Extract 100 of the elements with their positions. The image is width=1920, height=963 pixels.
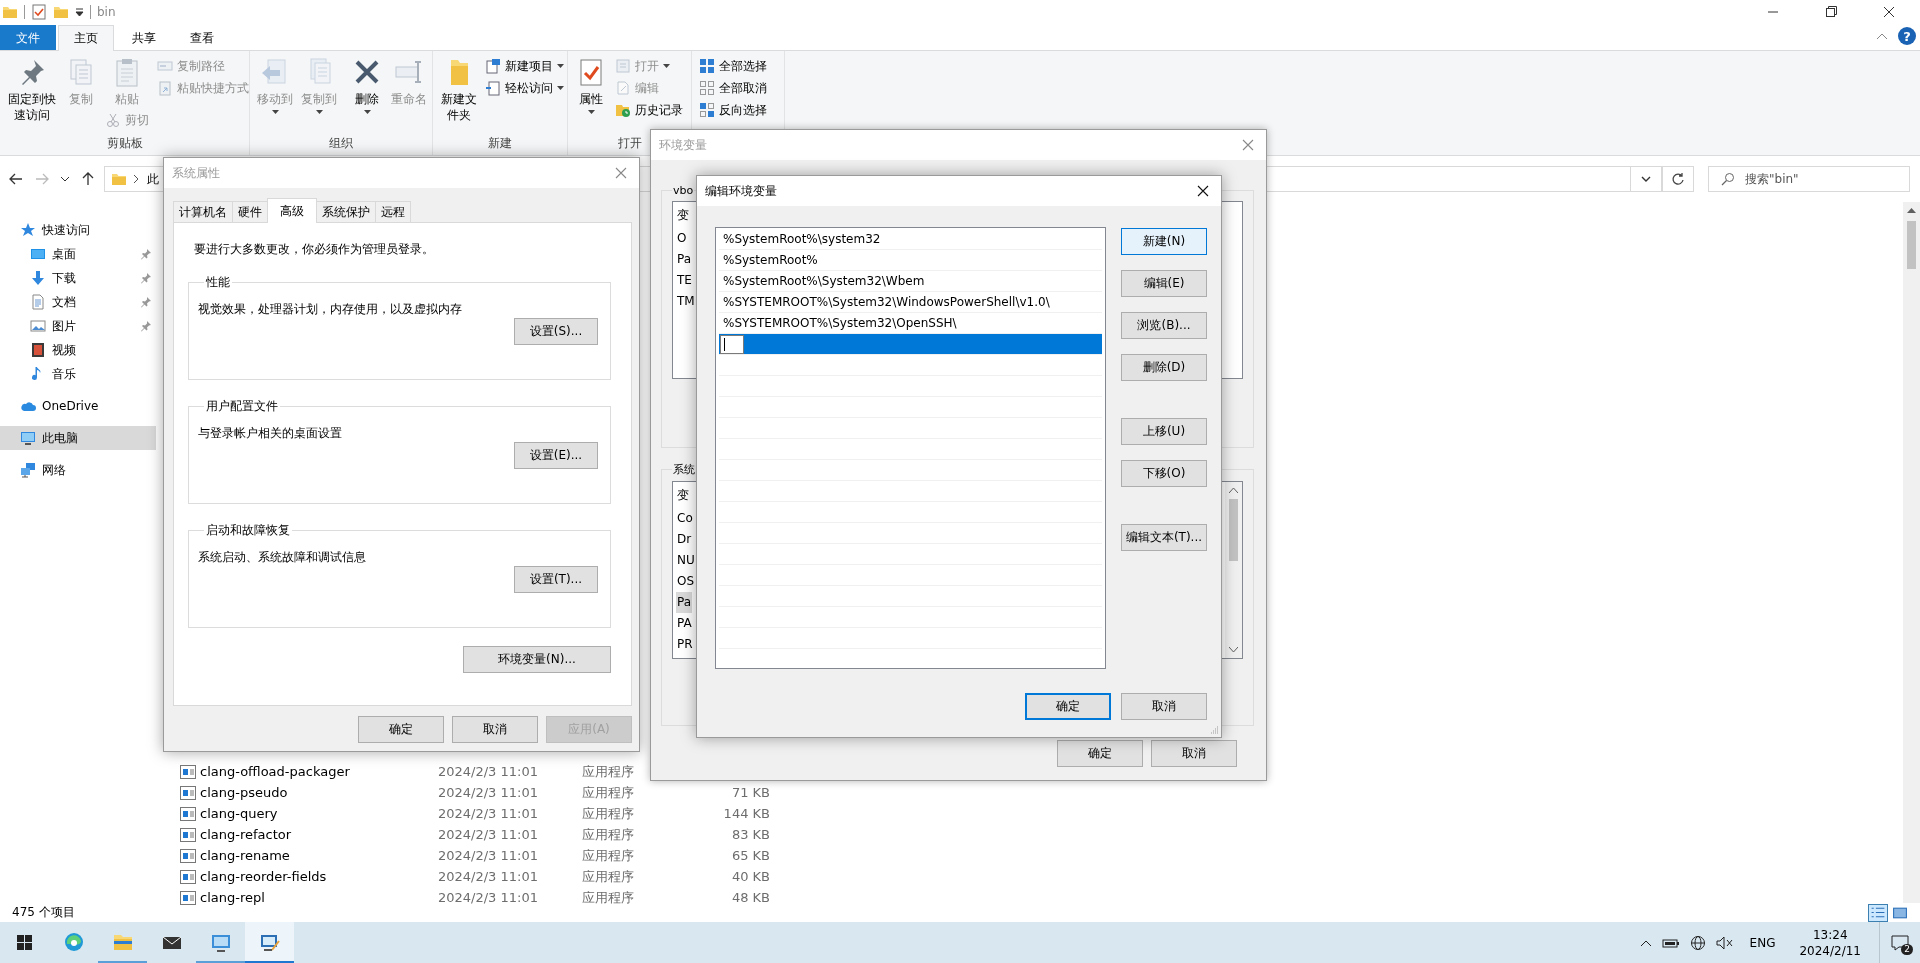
file-name[interactable]: clang-refactor xyxy=(160,827,438,842)
nav-item[interactable]: 网络 xyxy=(0,458,156,482)
dialog-tab[interactable]: 高级 xyxy=(267,198,317,223)
ribbon-button[interactable]: 全部取消 xyxy=(696,77,770,99)
dialog-button[interactable]: 确定 xyxy=(1057,740,1143,767)
dialog-button[interactable]: 编辑(E) xyxy=(1121,270,1207,297)
dialog-button[interactable]: 取消 xyxy=(1121,693,1207,720)
muted-speaker-icon[interactable] xyxy=(1715,934,1734,951)
variable-name[interactable]: Co xyxy=(676,508,694,529)
dialog-button[interactable]: 确定 xyxy=(358,716,444,743)
variable-name[interactable]: TE xyxy=(676,270,693,291)
ribbon-button[interactable]: 删除 xyxy=(348,54,386,116)
ribbon-button[interactable]: 新建项目 xyxy=(482,55,568,77)
nav-item[interactable]: 音乐 xyxy=(0,362,156,386)
pin-icon[interactable] xyxy=(140,296,152,308)
dialog-button[interactable]: 下移(O) xyxy=(1121,460,1207,487)
ribbon-button[interactable]: 轻松访问 xyxy=(482,77,568,99)
file-name[interactable]: clang-reorder-fields xyxy=(160,869,438,884)
settings-button[interactable]: 设置(E)... xyxy=(514,442,598,469)
dialog-tab[interactable]: 计算机名 xyxy=(173,201,233,222)
notification-button[interactable]: 2 xyxy=(1879,922,1920,963)
file-name[interactable]: clang-pseudo xyxy=(160,785,438,800)
collapse-icon[interactable] xyxy=(1876,32,1888,40)
variable-name[interactable]: O xyxy=(676,228,688,249)
settings-button[interactable]: 设置(S)... xyxy=(514,318,598,345)
up-arrow-icon[interactable] xyxy=(80,171,96,187)
pin-icon[interactable] xyxy=(140,272,152,284)
ribbon-button[interactable]: 新建文件夹 xyxy=(437,54,481,125)
battery-icon[interactable] xyxy=(1661,936,1680,949)
refresh-button[interactable] xyxy=(1662,166,1694,192)
ribbon-button[interactable]: 全部选择 xyxy=(696,55,770,77)
dialog-button[interactable]: 取消 xyxy=(1151,740,1237,767)
nav-item[interactable]: 桌面 xyxy=(0,242,156,266)
scrollbar[interactable] xyxy=(1225,482,1242,658)
ribbon-button[interactable]: 属性 xyxy=(572,54,610,116)
ribbon-tab[interactable]: 主页 xyxy=(58,25,114,51)
nav-item[interactable]: 视频 xyxy=(0,338,156,362)
ribbon-tab[interactable]: 查看 xyxy=(174,25,230,50)
nav-item[interactable]: 文档 xyxy=(0,290,156,314)
dialog-button[interactable]: 删除(D) xyxy=(1121,354,1207,381)
nav-item[interactable]: 图片 xyxy=(0,314,156,338)
scroll-thumb[interactable] xyxy=(1229,499,1238,561)
close-icon[interactable] xyxy=(1195,183,1211,199)
environment-variables-button[interactable]: 环境变量(N)... xyxy=(463,646,611,673)
resize-grip-icon[interactable] xyxy=(1209,725,1219,735)
language-indicator[interactable]: ENG xyxy=(1743,935,1782,950)
list-row[interactable] xyxy=(719,334,1102,355)
ribbon-button[interactable]: 反向选择 xyxy=(696,99,770,121)
variable-name[interactable]: TM xyxy=(676,291,696,312)
breadcrumb[interactable]: 此 xyxy=(145,170,161,188)
variable-name[interactable]: NU xyxy=(676,550,696,571)
pin-icon[interactable] xyxy=(140,320,152,332)
checklist-icon[interactable] xyxy=(31,4,47,20)
path-entry[interactable]: %SYSTEMROOT%\System32\WindowsPowerShell\v1.0\ xyxy=(719,292,1102,313)
nav-item[interactable]: OneDrive xyxy=(0,394,156,418)
variable-name[interactable]: PA xyxy=(676,613,693,634)
text-input[interactable] xyxy=(720,334,744,354)
variable-name[interactable]: Pa xyxy=(676,249,693,270)
chevron-down-icon[interactable] xyxy=(1641,176,1651,182)
file-name[interactable]: clang-query xyxy=(160,806,438,821)
variable-name[interactable]: Pa xyxy=(676,592,693,613)
chevron-up-icon[interactable] xyxy=(1639,938,1652,947)
dialog-button[interactable]: 编辑文本(T)... xyxy=(1121,524,1207,551)
nav-item[interactable]: 下载 xyxy=(0,266,156,290)
ribbon-tab[interactable]: 文件 xyxy=(0,25,56,50)
pin-icon[interactable] xyxy=(140,248,152,260)
clock[interactable]: 13:24 2024/2/11 xyxy=(1791,926,1869,959)
ribbon-tab[interactable]: 共享 xyxy=(116,25,172,50)
details-view-icon[interactable] xyxy=(1868,903,1888,922)
scroll-thumb[interactable] xyxy=(1907,221,1916,269)
path-entry[interactable]: %SystemRoot% xyxy=(719,250,1102,271)
ribbon-button[interactable]: 历史记录 xyxy=(612,99,686,121)
path-entry[interactable]: %SystemRoot%\system32 xyxy=(719,229,1102,250)
dropdown-icon[interactable] xyxy=(75,7,84,17)
ribbon-button[interactable]: 固定到快速访问 xyxy=(4,54,61,125)
path-entry[interactable]: %SystemRoot%\System32\Wbem xyxy=(719,271,1102,292)
dialog-button[interactable]: 上移(U) xyxy=(1121,418,1207,445)
dialog-button[interactable]: 确定 xyxy=(1025,693,1111,720)
scroll-up-icon[interactable] xyxy=(1907,208,1916,213)
taskbar-button[interactable] xyxy=(245,922,294,963)
settings-button[interactable]: 设置(T)... xyxy=(514,566,598,593)
back-arrow-icon[interactable] xyxy=(8,171,24,187)
search-field[interactable]: 搜索"bin" xyxy=(1708,166,1910,192)
help-button[interactable]: ? xyxy=(1898,27,1916,45)
scroll-up-icon[interactable] xyxy=(1229,488,1238,493)
nav-item[interactable]: 快速访问 xyxy=(0,218,156,242)
variable-name[interactable]: OS xyxy=(676,571,696,592)
dialog-button[interactable]: 新建(N) xyxy=(1121,228,1207,255)
variable-name[interactable]: PR xyxy=(676,634,694,655)
scroll-down-icon[interactable] xyxy=(1229,647,1238,652)
nav-item[interactable]: 此电脑 xyxy=(0,426,156,450)
variable-name[interactable]: Dr xyxy=(676,529,693,550)
chevron-down-icon[interactable] xyxy=(60,176,70,182)
scrollbar[interactable] xyxy=(1903,202,1920,903)
dialog-tab[interactable]: 远程 xyxy=(375,201,411,222)
dialog-button[interactable]: 浏览(B)... xyxy=(1121,312,1207,339)
file-name[interactable]: clang-offload-packager xyxy=(160,764,438,779)
file-name[interactable]: clang-rename xyxy=(160,848,438,863)
file-name[interactable]: clang-repl xyxy=(160,890,438,905)
dialog-button[interactable]: 取消 xyxy=(452,716,538,743)
